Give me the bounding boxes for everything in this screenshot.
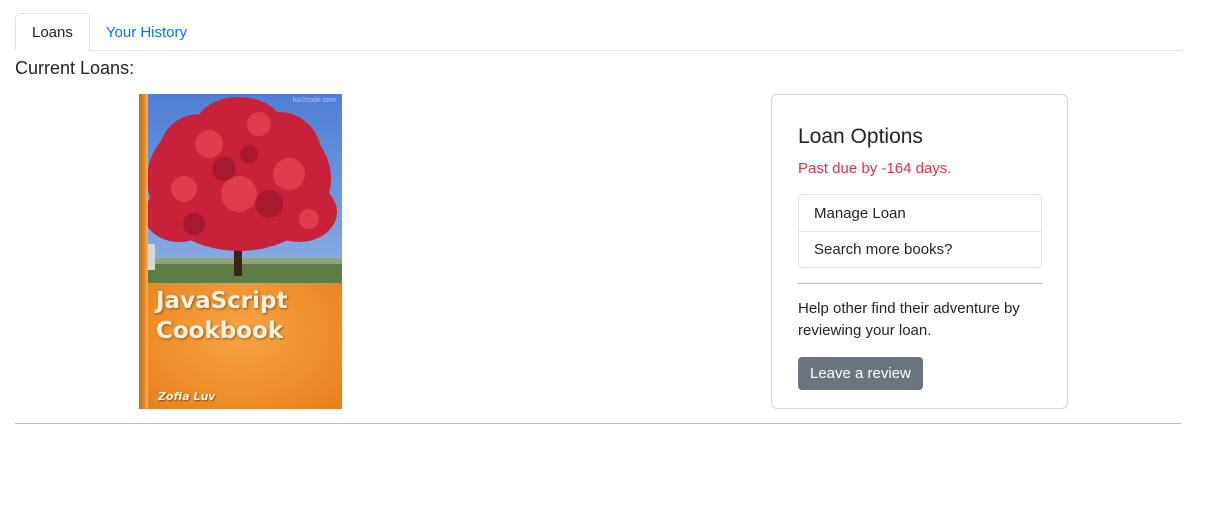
- tree-illustration: [139, 97, 342, 283]
- review-prompt: Help other find their adventure by revie…: [798, 300, 1020, 339]
- divider: [798, 283, 1042, 284]
- book-title: JavaScript Cookbook: [156, 286, 287, 346]
- tab-bar: Loans Your History: [15, 13, 1181, 51]
- loan-options-title: Loan Options: [798, 125, 923, 148]
- search-more-books-link[interactable]: Search more books?: [799, 231, 1041, 267]
- leave-review-button[interactable]: Leave a review: [798, 357, 923, 390]
- cover-watermark: luv2code.com: [292, 97, 336, 104]
- manage-loan-button[interactable]: Manage Loan: [799, 195, 1041, 231]
- book-title-line1: JavaScript: [156, 288, 288, 314]
- section-title: Current Loans:: [15, 58, 135, 78]
- loan-options-list: Manage Loan Search more books?: [798, 194, 1042, 268]
- page: Loans Your History Current Loans: luv2co…: [0, 0, 1215, 511]
- book-cover-image: luv2code.com JavaScript Cookbook Zofia L…: [139, 94, 342, 409]
- bottom-divider: [15, 423, 1181, 424]
- tab-loans[interactable]: Loans: [15, 13, 90, 51]
- cover-photo: [139, 94, 342, 283]
- tab-your-history[interactable]: Your History: [90, 13, 203, 51]
- book-author: Zofia Luv: [158, 390, 216, 403]
- book-spine: [139, 94, 148, 409]
- book-title-line2: Cookbook: [156, 318, 284, 344]
- due-status: Past due by -164 days.: [798, 160, 952, 177]
- loan-options-card: Loan Options Past due by -164 days. Mana…: [771, 94, 1068, 409]
